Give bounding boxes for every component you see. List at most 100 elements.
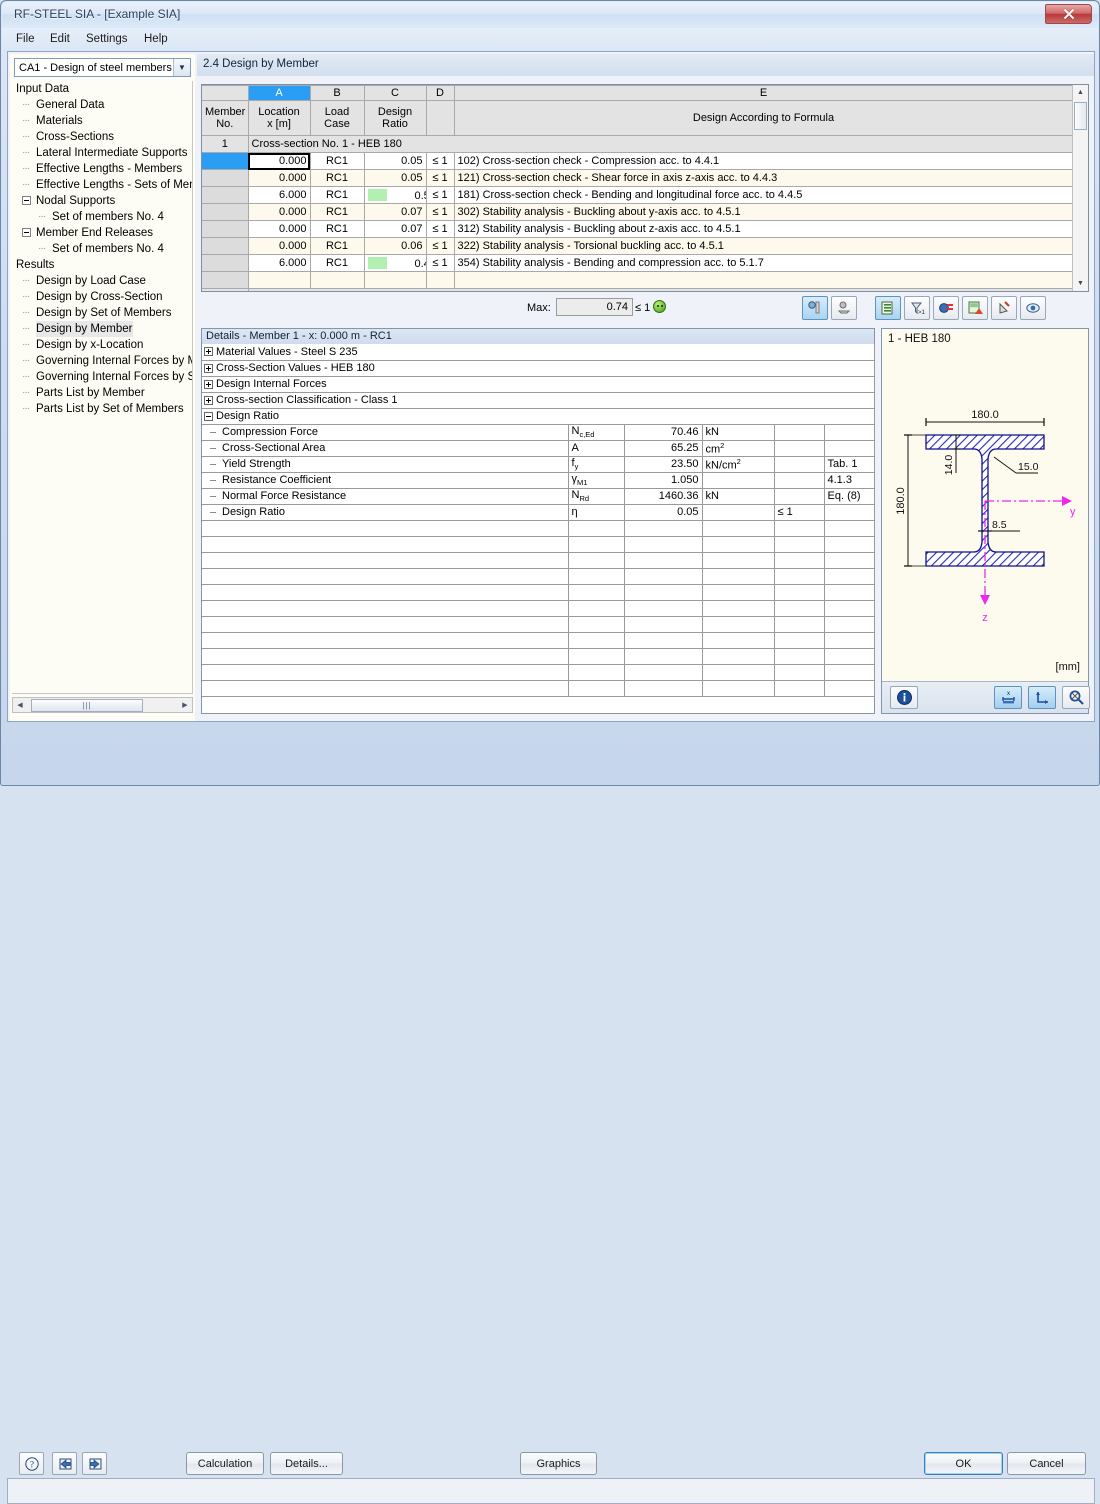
menu-item-file[interactable]: File bbox=[10, 31, 41, 47]
cell-load-case[interactable] bbox=[310, 271, 365, 289]
tree-item-design-by-x-location[interactable]: ··· Design by x-Location bbox=[12, 337, 192, 353]
menu-item-settings[interactable]: Settings bbox=[80, 31, 134, 47]
cell-design-ratio[interactable]: 0.05 bbox=[364, 169, 427, 187]
caret-down-icon[interactable]: ▼ bbox=[1073, 276, 1088, 291]
cell-location[interactable]: 0.000 bbox=[248, 237, 311, 255]
row-selector[interactable] bbox=[202, 237, 249, 255]
cell-location[interactable]: 6.000 bbox=[248, 254, 311, 272]
caret-left-icon[interactable]: ◀ bbox=[13, 698, 27, 712]
cell-location[interactable]: 0.000 bbox=[248, 203, 311, 221]
next-page-icon[interactable] bbox=[82, 1452, 107, 1475]
filter-list-icon[interactable] bbox=[875, 296, 901, 320]
table-row[interactable]: 6.000RC1 0.56≤ 1181) Cross-section check … bbox=[202, 186, 1074, 204]
tree-collapse-icon[interactable] bbox=[22, 196, 31, 205]
tree-item-nodal-supports[interactable]: Nodal Supports bbox=[12, 193, 192, 209]
cell-formula[interactable] bbox=[454, 271, 1074, 289]
grid-vertical-scrollbar[interactable]: ▲ ▼ bbox=[1072, 85, 1088, 291]
cell-formula[interactable]: 312) Stability analysis - Buckling about… bbox=[454, 220, 1074, 238]
details-group-header[interactable]: Cross-Section Values - HEB 180 bbox=[202, 360, 875, 377]
details-group-header[interactable]: Material Values - Steel S 235 bbox=[202, 344, 875, 361]
tree-item-input-data[interactable]: Input Data bbox=[12, 81, 192, 97]
cell-formula[interactable]: 302) Stability analysis - Buckling about… bbox=[454, 203, 1074, 221]
cell-load-case[interactable]: RC1 bbox=[310, 152, 365, 170]
tree-item-materials[interactable]: ··· Materials bbox=[12, 113, 192, 129]
table-row[interactable]: 6.000RC1 0.46≤ 1354) Stability analysis -… bbox=[202, 254, 1074, 272]
view-mode-icon[interactable] bbox=[1020, 296, 1046, 320]
tree-item-design-by-load-case[interactable]: ··· Design by Load Case bbox=[12, 273, 192, 289]
expand-icon[interactable] bbox=[204, 363, 213, 373]
tree-item-design-by-cross-section[interactable]: ··· Design by Cross-Section bbox=[12, 289, 192, 305]
cell-location[interactable] bbox=[248, 271, 311, 289]
cell-design-ratio[interactable]: 0.56 bbox=[364, 186, 427, 204]
cell-load-case[interactable]: RC1 bbox=[310, 169, 365, 187]
details-group-row[interactable]: Design Internal Forces bbox=[202, 376, 875, 393]
zoom-reset-icon[interactable] bbox=[1062, 686, 1090, 709]
table-row[interactable] bbox=[202, 271, 1074, 289]
info-icon[interactable] bbox=[890, 686, 918, 709]
menu-item-help[interactable]: Help bbox=[138, 31, 174, 47]
details-group-row[interactable]: Cross-Section Values - HEB 180 bbox=[202, 360, 875, 377]
tree-item-parts-list-by-member[interactable]: ··· Parts List by Member bbox=[12, 385, 192, 401]
tree-item-effective-lengths-members[interactable]: ··· Effective Lengths - Members bbox=[12, 161, 192, 177]
previous-page-icon[interactable] bbox=[52, 1452, 77, 1475]
result-diagram-icon[interactable] bbox=[831, 296, 857, 320]
cell-formula[interactable]: 354) Stability analysis - Bending and co… bbox=[454, 254, 1074, 272]
row-selector[interactable] bbox=[202, 186, 249, 204]
details-group-header[interactable]: Design Internal Forces bbox=[202, 376, 875, 393]
cell-load-case[interactable]: RC1 bbox=[310, 237, 365, 255]
tree-item-member-end-releases[interactable]: Member End Releases bbox=[12, 225, 192, 241]
cell-location[interactable]: 6.000 bbox=[248, 186, 311, 204]
scroll-thumb-vertical[interactable] bbox=[1074, 102, 1087, 130]
cell-location[interactable]: 0.000 bbox=[248, 152, 311, 170]
caret-up-icon[interactable]: ▲ bbox=[1073, 85, 1088, 100]
details-group-row[interactable]: Cross-section Classification - Class 1 bbox=[202, 392, 875, 409]
ok-button[interactable]: OK bbox=[924, 1452, 1003, 1475]
column-letter-C[interactable]: C bbox=[364, 85, 427, 101]
table-row[interactable]: 0.000 RC1 0.07 ≤ 1 312) Stability analysis -… bbox=[202, 220, 1074, 238]
details-group-header[interactable]: Design Ratio bbox=[202, 408, 875, 425]
cell-design-ratio[interactable]: 0.05 bbox=[364, 152, 427, 170]
tree-item-cross-sections[interactable]: ··· Cross-Sections bbox=[12, 129, 192, 145]
cell-location[interactable]: 0.000 bbox=[248, 220, 311, 238]
scroll-thumb[interactable]: ||| bbox=[31, 698, 143, 712]
tree-item-governing-internal-forces-by-m[interactable]: ··· Governing Internal Forces by M bbox=[12, 353, 192, 369]
expand-icon[interactable] bbox=[204, 379, 213, 389]
sidebar-horizontal-scrollbar[interactable]: ◀ ||| ▶ bbox=[12, 697, 193, 713]
cell-load-case[interactable]: RC1 bbox=[310, 254, 365, 272]
cell-design-ratio[interactable]: 0.46 bbox=[364, 254, 427, 272]
details-group-row[interactable]: Material Values - Steel S 235 bbox=[202, 344, 875, 361]
cell-formula[interactable]: 181) Cross-section check - Bending and l… bbox=[454, 186, 1074, 204]
menu-item-edit[interactable]: Edit bbox=[44, 31, 76, 47]
cell-location[interactable]: 0.000 bbox=[248, 169, 311, 187]
design-case-dropdown[interactable]: CA1 - Design of steel members a ▼ bbox=[14, 58, 191, 77]
export-excel-icon[interactable] bbox=[962, 296, 988, 320]
cell-load-case[interactable]: RC1 bbox=[310, 186, 365, 204]
tree-item-design-by-set-of-members[interactable]: ··· Design by Set of Members bbox=[12, 305, 192, 321]
filter-greater-icon[interactable]: >1 bbox=[904, 296, 930, 320]
result-values-icon[interactable] bbox=[802, 296, 828, 320]
cell-formula[interactable]: 102) Cross-section check - Compression a… bbox=[454, 152, 1074, 170]
close-button[interactable] bbox=[1045, 4, 1092, 24]
tree-item-results[interactable]: Results bbox=[12, 257, 192, 273]
cell-design-ratio[interactable]: 0.06 bbox=[364, 237, 427, 255]
table-row[interactable]: 0.000 RC1 0.06 ≤ 1 322) Stability analysis -… bbox=[202, 237, 1074, 255]
column-letter-E[interactable]: E bbox=[454, 85, 1074, 101]
tree-item-set-of-members-no-4[interactable]: ··· Set of members No. 4 bbox=[12, 209, 192, 225]
tree-item-lateral-intermediate-supports[interactable]: ··· Lateral Intermediate Supports bbox=[12, 145, 192, 161]
caret-right-icon[interactable]: ▶ bbox=[178, 698, 192, 712]
cell-design-ratio[interactable] bbox=[364, 271, 427, 289]
axis-system-icon[interactable] bbox=[1028, 686, 1056, 709]
details-group-row[interactable]: Design Ratio bbox=[202, 408, 875, 425]
tree-item-parts-list-by-set-of-members[interactable]: ··· Parts List by Set of Members bbox=[12, 401, 192, 417]
cell-load-case[interactable]: RC1 bbox=[310, 203, 365, 221]
table-row[interactable]: 0.000 RC1 0.05 ≤ 1 121) Cross-section check … bbox=[202, 169, 1074, 187]
row-selector[interactable] bbox=[202, 169, 249, 187]
cell-formula[interactable]: 322) Stability analysis - Torsional buck… bbox=[454, 237, 1074, 255]
column-letter-B[interactable]: B bbox=[310, 85, 365, 101]
tree-item-effective-lengths-sets-of-men[interactable]: ··· Effective Lengths - Sets of Men bbox=[12, 177, 192, 193]
pick-member-icon[interactable] bbox=[991, 296, 1017, 320]
tree-collapse-icon[interactable] bbox=[22, 228, 31, 237]
row-selector[interactable] bbox=[202, 271, 249, 289]
cell-formula[interactable]: 121) Cross-section check - Shear force i… bbox=[454, 169, 1074, 187]
row-selector[interactable] bbox=[202, 203, 249, 221]
